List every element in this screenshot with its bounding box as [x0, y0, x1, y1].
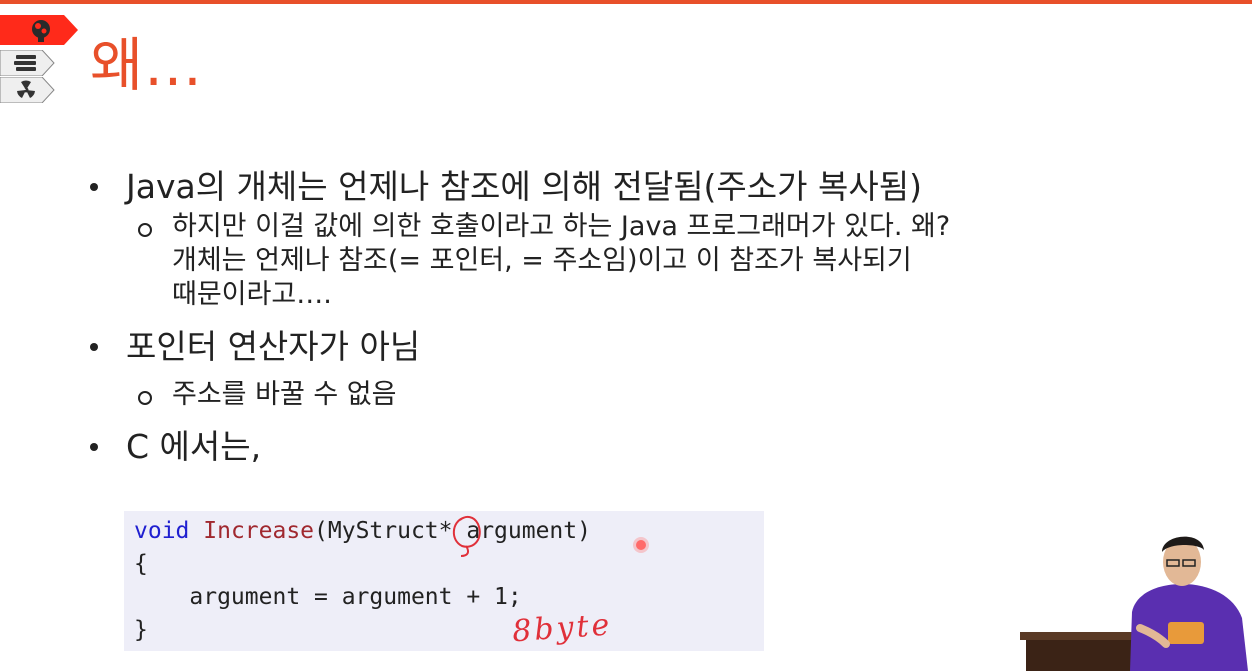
spacer	[88, 370, 1148, 378]
sub-bullet-line: 개체는 언제나 참조(= 포인터, = 주소임)이고 이 참조가 복사되기	[172, 245, 912, 276]
sub-bullet-ring	[138, 223, 152, 237]
bullet-text: 포인터 연산자가 아님	[126, 327, 421, 366]
bullet-dot	[90, 343, 98, 351]
bullet-text: C 에서는,	[126, 427, 262, 466]
sub-bullet-ring	[138, 391, 152, 405]
sub-bullet-item: 하지만 이걸 값에 의한 호출이라고 하는 Java 프로그래머가 있다. 왜?…	[136, 210, 1148, 312]
code-line: void Increase(MyStruct* argument)	[134, 516, 591, 546]
code-params: (MyStruct* argument)	[314, 518, 591, 544]
brain-icon	[0, 15, 78, 45]
bullet-list: Java의 개체는 언제나 참조에 의해 전달됨(주소가 복사됨) 하지만 이걸…	[88, 164, 1148, 470]
bullet-item: 포인터 연산자가 아님	[88, 324, 1148, 370]
presenter-video-inset	[1020, 536, 1248, 671]
bullet-dot	[90, 183, 98, 191]
bullet-item: Java의 개체는 언제나 참조에 의해 전달됨(주소가 복사됨)	[88, 164, 1148, 210]
book-stack-icon	[0, 50, 55, 76]
spacer	[88, 412, 1148, 424]
nav-book-arrow[interactable]	[0, 50, 56, 76]
slide-title: 왜...	[90, 31, 203, 99]
code-line: argument = argument + 1;	[134, 584, 522, 610]
code-block: void Increase(MyStruct* argument) { argu…	[124, 511, 764, 651]
nav-radiation-arrow[interactable]	[0, 77, 56, 103]
sub-bullet-line: 하지만 이걸 값에 의한 호출이라고 하는 Java 프로그래머가 있다. 왜?	[172, 211, 951, 242]
sub-bullet-item: 주소를 바꿀 수 없음	[136, 378, 1148, 412]
laser-pointer-dot	[636, 540, 646, 550]
code-keyword: void	[134, 518, 190, 544]
bullet-item: C 에서는,	[88, 424, 1148, 470]
code-function-name: Increase	[203, 518, 315, 544]
top-accent-rule	[0, 0, 1252, 4]
slide: 왜... Java의 개체는 언제나 참조에 의해 전달됨(주소가 복사됨) 하…	[0, 0, 1252, 671]
bullet-dot	[90, 443, 98, 451]
radiation-icon	[0, 77, 55, 103]
code-line: }	[134, 617, 148, 643]
code-line: {	[134, 551, 148, 577]
sub-bullet-line: 때문이라고….	[172, 279, 332, 310]
bullet-text: Java의 개체는 언제나 참조에 의해 전달됨(주소가 복사됨)	[126, 167, 922, 206]
spacer	[88, 312, 1148, 324]
sub-bullet-line: 주소를 바꿀 수 없음	[172, 379, 397, 410]
nav-brain-arrow[interactable]	[0, 15, 80, 45]
